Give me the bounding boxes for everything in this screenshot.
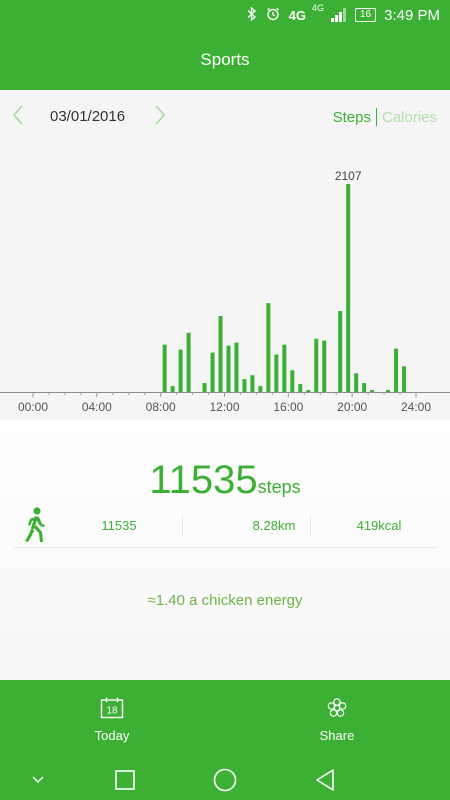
stat-distance: 8.28km — [252, 518, 296, 533]
step-bar — [306, 390, 311, 392]
alarm-icon — [266, 7, 280, 24]
stat-divider — [182, 516, 183, 536]
x-tick-label: 20:00 — [337, 400, 367, 414]
step-bar — [394, 348, 399, 392]
step-bar — [202, 383, 207, 392]
step-bar — [242, 379, 247, 392]
step-bar — [346, 184, 351, 392]
step-bar — [322, 340, 327, 392]
step-bar — [354, 373, 359, 392]
total-steps-unit: steps — [257, 477, 301, 497]
triangle-back-icon[interactable] — [305, 760, 345, 800]
step-bar — [266, 303, 271, 392]
step-bar — [338, 311, 343, 392]
toggle-steps[interactable]: Steps — [333, 109, 371, 126]
x-tick-label: 08:00 — [146, 400, 176, 414]
network-4g-label: 4G — [288, 7, 306, 23]
step-bar — [218, 315, 223, 392]
step-bar — [402, 366, 407, 392]
network-4g-secondary-label: 4G — [311, 3, 324, 13]
step-bar — [162, 344, 167, 392]
step-bar — [386, 390, 391, 392]
step-bar — [210, 352, 215, 392]
stat-steps: 11535 — [101, 518, 137, 533]
x-tick-label: 04:00 — [82, 400, 112, 414]
step-bar — [282, 344, 287, 392]
step-bar — [178, 349, 183, 392]
stat-divider — [310, 516, 311, 536]
step-bar — [274, 354, 279, 392]
stats-row: 11535 8.28km 419kcal — [14, 506, 436, 548]
bottom-action-bar: 18 Today Share — [0, 680, 450, 760]
page-title: Sports — [200, 50, 250, 69]
current-date: 03/01/2016 — [50, 108, 126, 125]
bluetooth-icon — [247, 5, 257, 24]
step-bar — [314, 338, 319, 392]
today-label: Today — [94, 728, 130, 743]
step-bar — [250, 375, 255, 392]
calendar-icon: 18 — [100, 697, 124, 719]
signal-strength-icon — [330, 8, 346, 22]
stat-calories: 419kcal — [356, 518, 402, 533]
today-button[interactable]: 18 Today — [52, 680, 172, 760]
battery-indicator: 16 — [355, 8, 377, 22]
status-time: 3:49 PM — [384, 6, 440, 24]
system-nav-bar — [0, 760, 450, 800]
app-header: Sports — [0, 30, 450, 90]
chevron-right-icon[interactable] — [150, 104, 170, 128]
peak-value-label: 2107 — [335, 169, 362, 183]
step-bar — [234, 342, 239, 392]
calendar-badge: 18 — [106, 706, 118, 717]
x-tick-label: 12:00 — [209, 400, 239, 414]
daily-summary: 11535steps 11535 8.28km 419kcal ≈1.40 a … — [0, 420, 450, 680]
toggle-calories[interactable]: Calories — [382, 109, 437, 126]
step-bar — [258, 386, 263, 392]
toggle-divider — [375, 108, 377, 126]
walking-person-icon — [20, 506, 50, 544]
step-bar — [186, 332, 191, 392]
flower-share-icon — [327, 698, 347, 717]
chevron-down-icon[interactable] — [18, 760, 58, 800]
share-button[interactable]: Share — [277, 680, 397, 760]
x-tick-label: 24:00 — [401, 400, 431, 414]
step-bar — [226, 345, 231, 392]
status-bar: 4G 4G 16 3:49 PM — [0, 0, 450, 30]
total-steps-value: 11535 — [149, 458, 258, 502]
square-recents-icon[interactable] — [105, 760, 145, 800]
total-steps: 11535steps — [0, 458, 450, 503]
x-tick-label: 00:00 — [18, 400, 48, 414]
x-tick-label: 16:00 — [273, 400, 303, 414]
date-navigation: 03/01/2016 Steps Calories — [0, 90, 450, 142]
step-bar — [362, 383, 367, 392]
metric-toggle: Steps Calories — [333, 108, 437, 126]
step-bar — [290, 370, 295, 392]
step-bar — [170, 386, 175, 392]
energy-comparison: ≈1.40 a chicken energy — [147, 592, 303, 609]
chevron-left-icon[interactable] — [8, 104, 28, 128]
circle-home-icon[interactable] — [205, 760, 245, 800]
chart-panel: 00:00 04:00 08:00 12:00 16:00 20:00 24:00 2107 … — [0, 90, 450, 420]
share-label: Share — [319, 728, 355, 743]
step-bar — [370, 390, 375, 392]
step-bar — [298, 384, 303, 392]
